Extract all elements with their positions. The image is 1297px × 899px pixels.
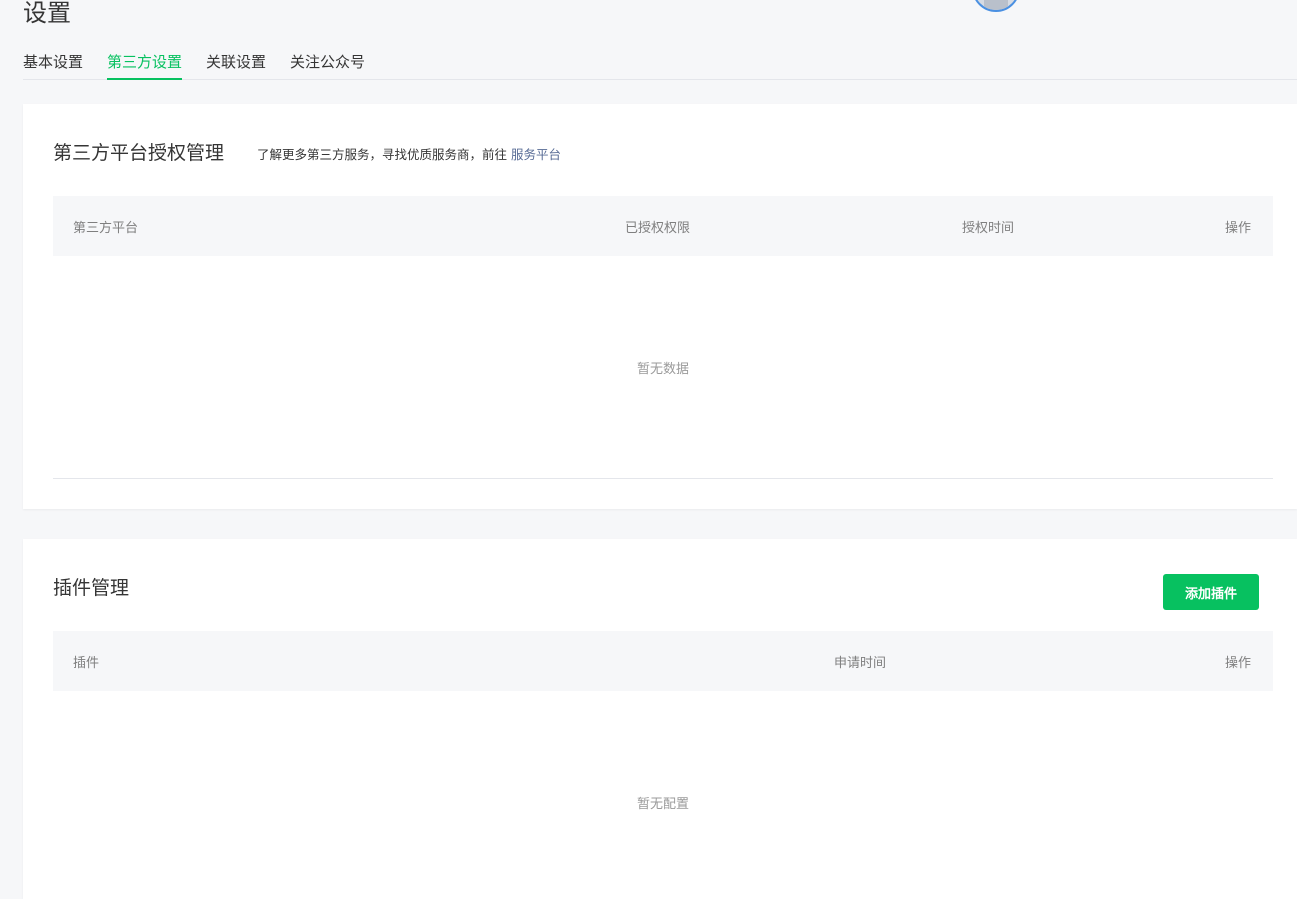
column-third-party-platform: 第三方平台 (73, 221, 139, 236)
column-plugin: 插件 (73, 656, 100, 671)
plugin-table-header: 插件 申请时间 操作 (53, 631, 1273, 691)
tab-follow-official-account[interactable]: 关注公众号 (290, 48, 365, 79)
service-platform-link[interactable]: 服务平台 (511, 147, 561, 162)
plugin-management-panel: 插件管理 添加插件 插件 申请时间 操作 暂无配置 (23, 539, 1297, 899)
auth-panel-title: 第三方平台授权管理 (53, 142, 225, 164)
plugin-empty-state: 暂无配置 (636, 797, 689, 812)
plugin-panel-title: 插件管理 (53, 577, 130, 599)
column-actions: 操作 (1225, 221, 1252, 236)
tab-basic-settings[interactable]: 基本设置 (23, 48, 83, 79)
avatar[interactable] (972, 0, 1020, 12)
column-apply-time: 申请时间 (834, 656, 887, 671)
auth-empty-state: 暂无数据 (636, 362, 689, 377)
column-authorization-time: 授权时间 (962, 221, 1015, 236)
auth-panel-description: 了解更多第三方服务，寻找优质服务商，前往 服务平台 (257, 144, 561, 163)
auth-description-text: 了解更多第三方服务，寻找优质服务商，前往 (257, 147, 508, 162)
third-party-auth-panel: 第三方平台授权管理 了解更多第三方服务，寻找优质服务商，前往 服务平台 第三方平台… (23, 104, 1297, 509)
page-title: 设置 (23, 0, 71, 27)
avatar-image (984, 0, 1008, 10)
tab-third-party-settings[interactable]: 第三方设置 (107, 48, 183, 80)
settings-tabs: 基本设置 第三方设置 关联设置 关注公众号 (23, 48, 1297, 80)
column-plugin-actions: 操作 (1225, 656, 1252, 671)
add-plugin-button[interactable]: 添加插件 (1163, 574, 1259, 610)
auth-table-header: 第三方平台 已授权权限 授权时间 操作 (53, 196, 1273, 256)
tab-related-settings[interactable]: 关联设置 (206, 48, 266, 79)
divider (53, 478, 1273, 479)
column-authorized-permissions: 已授权权限 (625, 221, 691, 236)
